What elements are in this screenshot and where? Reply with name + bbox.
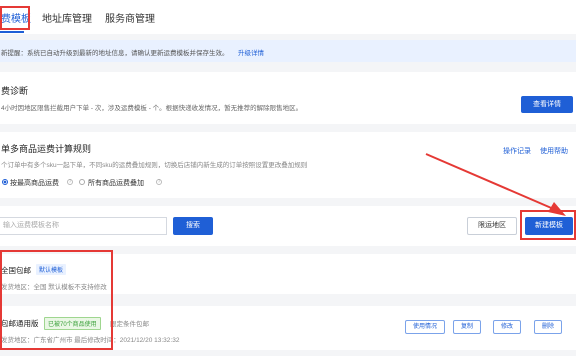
edit-button[interactable]: 修改 — [493, 320, 521, 334]
help-icon[interactable]: ? — [156, 179, 162, 185]
annotation-box-templates — [0, 250, 113, 350]
help-icon[interactable]: ? — [67, 179, 73, 185]
annotation-box-tab — [0, 6, 30, 30]
active-tab-indicator — [0, 31, 24, 33]
rule-desc: 个订单中有多个sku一起下单，不同sku的运费叠加规则，切换后店铺内新生成的订单… — [1, 162, 308, 169]
diagnosis-card: 费诊断 4小时因地区限售拦截用户下单 - 次，涉及运费模板 - 个。根据快递收发… — [0, 72, 576, 124]
annotation-arrow — [425, 153, 566, 216]
diagnosis-desc: 4小时因地区限售拦截用户下单 - 次，涉及运费模板 - 个。根据快递收发情况，暂… — [1, 105, 303, 112]
tab-bar: 费模板 地址库管理 服务商管理 — [0, 0, 576, 34]
radio-sum-shipping[interactable] — [79, 179, 85, 185]
radio-label-highest: 按最高商品运费 — [10, 180, 59, 187]
rule-title: 单多商品运费计算规则 — [1, 144, 92, 154]
template-search-input[interactable]: 输入运费模板名称 — [0, 217, 167, 235]
delete-button[interactable]: 删除 — [534, 320, 562, 334]
search-button[interactable]: 搜索 — [173, 217, 213, 235]
tab-service-provider[interactable]: 服务商管理 — [105, 10, 155, 25]
condition-tag: 限定条件包邮 — [110, 321, 149, 328]
diagnosis-title: 费诊断 — [1, 86, 29, 96]
notice-banner: 新提醒：系统已自动升级到最新的地址信息，请确认更新运费模板并保存生效。 升级详情 — [0, 40, 576, 62]
tab-address-library[interactable]: 地址库管理 — [42, 10, 92, 25]
radio-highest-shipping[interactable] — [2, 179, 8, 185]
notice-link[interactable]: 升级详情 — [238, 47, 264, 57]
view-details-button[interactable]: 查看详情 — [521, 96, 573, 113]
notice-text: 新提醒：系统已自动升级到最新的地址信息，请确认更新运费模板并保存生效。 — [1, 50, 229, 57]
copy-button[interactable]: 复制 — [453, 320, 481, 334]
radio-label-sum: 所有商品运费叠加 — [88, 180, 144, 187]
usage-button[interactable]: 使用情况 — [405, 320, 445, 334]
